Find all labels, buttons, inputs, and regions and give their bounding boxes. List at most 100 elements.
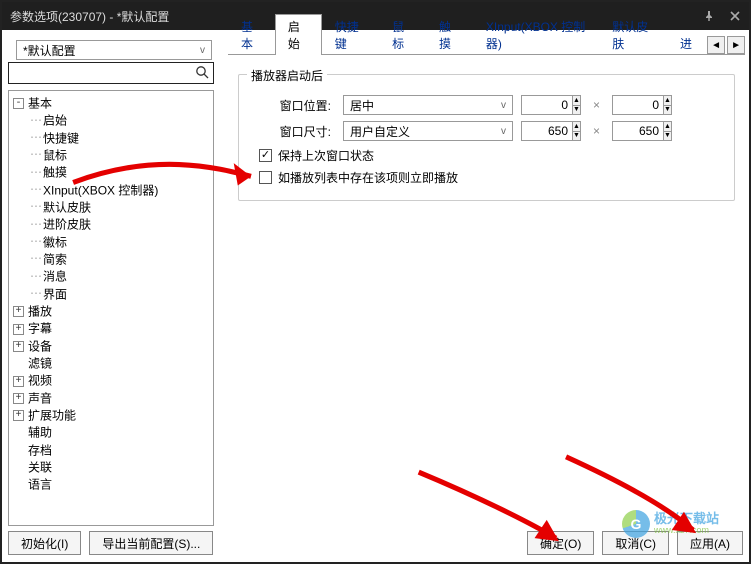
startup-group: 播放器启动后 窗口位置: 居中 v ▲▼ × ▲▼ [238, 74, 735, 201]
tree-item[interactable]: 滤镜 [11, 355, 211, 372]
spin-up-icon[interactable]: ▲ [573, 122, 580, 132]
tree-item[interactable]: ⋯消息 [11, 268, 211, 285]
group-title: 播放器启动后 [247, 67, 327, 84]
tab-2[interactable]: 快捷键 [322, 14, 379, 55]
spin-up-icon[interactable]: ▲ [664, 96, 671, 106]
tree-expander-icon[interactable]: + [13, 341, 24, 352]
times-icon: × [589, 124, 604, 138]
tab-3[interactable]: 鼠标 [379, 14, 426, 55]
window-size-w[interactable]: ▲▼ [521, 121, 581, 141]
pin-icon[interactable] [703, 10, 715, 22]
tree-label: 存档 [28, 443, 52, 457]
tree-item[interactable]: + 播放 [11, 303, 211, 320]
spin-down-icon[interactable]: ▼ [573, 106, 580, 115]
tab-scroll-right[interactable]: ► [727, 36, 745, 54]
tab-5[interactable]: XInput(XBOX 控制器) [473, 14, 599, 55]
export-config-button[interactable]: 导出当前配置(S)... [89, 531, 213, 555]
tree-expander-icon[interactable]: + [13, 410, 24, 421]
window-position-label: 窗口位置: [251, 97, 335, 114]
spin-down-icon[interactable]: ▼ [573, 132, 580, 141]
search-input[interactable] [13, 65, 195, 81]
window-position-x[interactable]: ▲▼ [521, 95, 581, 115]
tree-label: 简索 [43, 252, 67, 266]
tree-item[interactable]: 辅助 [11, 424, 211, 441]
tree-item[interactable]: ⋯简索 [11, 251, 211, 268]
tree-label: 进阶皮肤 [43, 218, 91, 232]
tree-item[interactable]: ⋯触摸 [11, 164, 211, 181]
tree-label: 设备 [28, 339, 52, 353]
category-tree[interactable]: -基本⋯启始⋯快捷键⋯鼠标⋯触摸⋯XInput(XBOX 控制器)⋯默认皮肤⋯进… [8, 90, 214, 526]
tree-item[interactable]: ⋯快捷键 [11, 130, 211, 147]
tree-item[interactable]: 关联 [11, 459, 211, 476]
tree-item[interactable]: + 扩展功能 [11, 407, 211, 424]
tree-item[interactable]: + 设备 [11, 338, 211, 355]
tree-item[interactable]: ⋯进阶皮肤 [11, 216, 211, 233]
spin-down-icon[interactable]: ▼ [664, 106, 671, 115]
tree-label: 语言 [28, 478, 52, 492]
tree-item[interactable]: ⋯启始 [11, 112, 211, 129]
tab-4[interactable]: 触摸 [426, 14, 473, 55]
tab-scroll-left[interactable]: ◄ [707, 36, 725, 54]
tab-6[interactable]: 默认皮肤 [599, 14, 667, 55]
close-icon[interactable] [729, 10, 741, 22]
tree-label: 基本 [28, 96, 52, 110]
spin-down-icon[interactable]: ▼ [664, 132, 671, 141]
spin-up-icon[interactable]: ▲ [664, 122, 671, 132]
tree-label: 快捷键 [43, 131, 79, 145]
chevron-down-icon: v [501, 100, 506, 111]
tab-strip: 基本启始快捷键鼠标触摸XInput(XBOX 控制器)默认皮肤进◄► [228, 30, 745, 55]
window-position-select[interactable]: 居中 v [343, 95, 513, 115]
tree-item[interactable]: ⋯默认皮肤 [11, 199, 211, 216]
apply-button[interactable]: 应用(A) [677, 531, 743, 555]
tree-label: 视频 [28, 374, 52, 388]
search-box[interactable] [8, 62, 214, 84]
cancel-button[interactable]: 取消(C) [602, 531, 669, 555]
tree-expander-icon[interactable]: + [13, 324, 24, 335]
tree-item[interactable]: 存档 [11, 442, 211, 459]
tab-1[interactable]: 启始 [275, 14, 322, 55]
tree-label: 滤镜 [28, 356, 52, 370]
tree-item[interactable]: ⋯XInput(XBOX 控制器) [11, 182, 211, 199]
tree-label: 触摸 [43, 166, 67, 180]
window-title: 参数选项(230707) - *默认配置 [10, 8, 169, 25]
tree-label: 鼠标 [43, 148, 67, 162]
tree-item[interactable]: -基本 [11, 95, 211, 112]
tree-label: 播放 [28, 304, 52, 318]
keep-last-window-state-checkbox[interactable] [259, 149, 272, 162]
times-icon: × [589, 98, 604, 112]
tree-label: 辅助 [28, 426, 52, 440]
tree-item[interactable]: +字幕 [11, 320, 211, 337]
initialize-button[interactable]: 初始化(I) [8, 531, 81, 555]
spin-up-icon[interactable]: ▲ [573, 96, 580, 106]
tree-label: 界面 [43, 287, 67, 301]
tree-label: 扩展功能 [28, 408, 76, 422]
settings-pane: 播放器启动后 窗口位置: 居中 v ▲▼ × ▲▼ [228, 60, 745, 526]
profile-select-value: *默认配置 [23, 42, 76, 59]
tree-item[interactable]: + 声音 [11, 390, 211, 407]
tree-label: 徽标 [43, 235, 67, 249]
tree-expander-icon[interactable]: + [13, 393, 24, 404]
tree-label: 声音 [28, 391, 52, 405]
chevron-down-icon: v [501, 126, 506, 137]
window-size-h[interactable]: ▲▼ [612, 121, 672, 141]
tab-7[interactable]: 进 [667, 31, 705, 55]
tree-label: 消息 [43, 270, 67, 284]
search-icon[interactable] [195, 65, 209, 82]
tree-expander-icon[interactable]: + [13, 306, 24, 317]
tree-item[interactable]: ⋯徽标 [11, 234, 211, 251]
tree-item[interactable]: 语言 [11, 476, 211, 493]
ok-button[interactable]: 确定(O) [527, 531, 594, 555]
tree-expander-icon[interactable]: - [13, 98, 24, 109]
keep-last-window-state-label: 保持上次窗口状态 [278, 147, 374, 164]
tree-expander-icon[interactable]: + [13, 376, 24, 387]
tab-0[interactable]: 基本 [228, 14, 275, 55]
window-size-select[interactable]: 用户自定义 v [343, 121, 513, 141]
window-position-y[interactable]: ▲▼ [612, 95, 672, 115]
tree-item[interactable]: ⋯界面 [11, 286, 211, 303]
play-if-in-playlist-checkbox[interactable] [259, 171, 272, 184]
profile-select[interactable]: *默认配置 v [16, 40, 212, 60]
tree-item[interactable]: ⋯鼠标 [11, 147, 211, 164]
bottom-bar: 初始化(I) 导出当前配置(S)... 确定(O) 取消(C) 应用(A) [8, 530, 743, 556]
tree-item[interactable]: + 视频 [11, 372, 211, 389]
tree-label: XInput(XBOX 控制器) [43, 183, 158, 197]
